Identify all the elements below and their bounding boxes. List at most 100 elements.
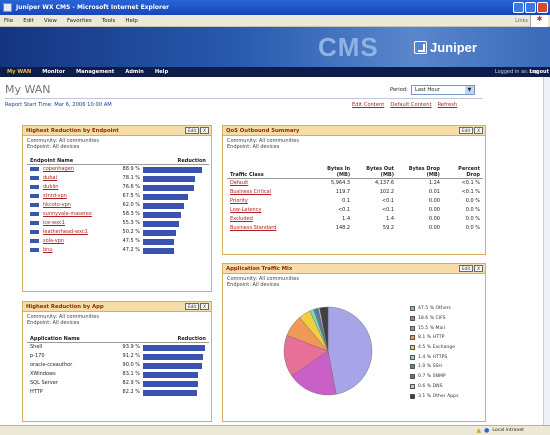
table-row: sola-vpn 47.5 % (27, 237, 209, 246)
traffic-class-link[interactable]: Business Standard (230, 225, 276, 231)
period-label: Period: (390, 87, 408, 93)
endpoint-icon (30, 238, 39, 243)
links-toolbar[interactable]: Links (515, 18, 528, 24)
endpoint-link[interactable]: leatherhead-wxc1 (43, 229, 88, 235)
reduction-value: 76.6 % (122, 184, 140, 190)
menu-tools[interactable]: Tools (102, 18, 116, 24)
traffic-class-link[interactable]: Low-Latency (230, 207, 261, 213)
default-content-link[interactable]: Default Content (390, 102, 431, 108)
table-row: p-170 91.2 % (27, 352, 209, 361)
endpoint-link[interactable]: dubai (43, 175, 57, 181)
column-header: Bytes In (MB) (313, 166, 354, 179)
reduction-bar (143, 247, 175, 254)
legend-label: 0.7 % SNMP (418, 374, 446, 380)
edit-button[interactable]: Edit (185, 127, 200, 134)
traffic-class-link[interactable]: Business Critical (230, 189, 271, 195)
row-name-cell: stnrd-vpn (27, 192, 113, 201)
nav-my-wan[interactable]: My WAN (7, 69, 31, 75)
legend-label: 1.4 % HTTPS (418, 354, 448, 360)
legend-item: 0.6 % DNS (410, 382, 458, 392)
legend-swatch (410, 354, 415, 360)
traffic-class-link: Low-Latency (227, 206, 313, 215)
reduction-bar-cell (143, 165, 209, 175)
nav-monitor[interactable]: Monitor (42, 69, 65, 75)
table-row: Low-Latency <0.1 <0.1 0.00 0.0 % (227, 206, 483, 215)
close-window-button[interactable] (537, 2, 548, 13)
endpoint-filter: Endpoint: All devices (27, 144, 80, 150)
column-header: Bytes Drop (MB) (397, 166, 443, 179)
qos-cell: 0.00 (428, 198, 440, 204)
reduction-value: 50.2 % (122, 229, 140, 235)
traffic-class-link[interactable]: Default (230, 180, 248, 186)
traffic-class-link[interactable]: Priority (230, 198, 248, 204)
row-name-cell: p-170 (27, 352, 109, 361)
reduction-bar (143, 211, 182, 218)
endpoint-icon (30, 193, 39, 198)
endpoint-link[interactable]: sola-vpn (43, 238, 64, 244)
app-name: Shell (30, 344, 43, 350)
menu-edit[interactable]: Edit (23, 18, 34, 24)
traffic-class-link: Business Standard (227, 224, 313, 233)
table-row: SQL Server 82.9 % (27, 379, 209, 388)
edit-button[interactable]: Edit (459, 127, 474, 134)
close-icon[interactable]: X (474, 265, 483, 272)
table-row: ice-wxc1 55.3 % (27, 219, 209, 228)
qos-cell: <0.1 (381, 207, 395, 213)
minimize-button[interactable] (513, 2, 524, 13)
reduction-bar (143, 193, 188, 200)
reduction-value: 67.5 % (122, 193, 140, 199)
reduction-bar-cell (143, 228, 209, 237)
endpoint-icon (30, 211, 39, 216)
endpoint-link[interactable]: hkcoto-vpn (43, 202, 71, 208)
legend-label: 0.6 % DNS (418, 383, 443, 389)
menu-file[interactable]: File (4, 18, 13, 24)
maximize-button[interactable] (525, 2, 536, 13)
column-header: Bytes Out (MB) (353, 166, 398, 179)
close-icon[interactable]: X (200, 127, 209, 134)
endpoint-reduction-panel: Highest Reduction by Endpoint Edit X Comm… (22, 125, 212, 292)
close-icon[interactable]: X (474, 127, 483, 134)
edit-button[interactable]: Edit (185, 303, 200, 310)
endpoint-link[interactable]: stnrd-vpn (43, 193, 67, 199)
menu-view[interactable]: View (44, 18, 57, 24)
endpoint-icon (30, 166, 39, 171)
table-row: Business Critical 119.7 102.2 0.01 <0.1 % (227, 188, 483, 197)
nav-management[interactable]: Management (76, 69, 114, 75)
legend-swatch (410, 335, 415, 341)
panel-header: Highest Reduction by App Edit X (23, 302, 211, 312)
nav-help[interactable]: Help (155, 69, 168, 75)
menu-help[interactable]: Help (125, 18, 138, 24)
close-icon[interactable]: X (200, 303, 209, 310)
endpoint-link[interactable]: dublin (43, 184, 58, 190)
traffic-class-link[interactable]: Excluded (230, 216, 253, 222)
endpoint-icon (30, 229, 39, 234)
legend-item: 1.0 % SSH (410, 362, 458, 372)
menu-bar: File Edit View Favorites Tools Help (0, 15, 550, 27)
chevron-down-icon[interactable]: ▼ (464, 86, 474, 94)
reduction-bar (143, 344, 205, 351)
reduction-value: 55.3 % (122, 220, 140, 226)
endpoint-link[interactable]: bnu (43, 247, 53, 253)
edit-content-link[interactable]: Edit Content (352, 102, 384, 108)
page-actions: Edit Content Default Content Refresh (352, 102, 457, 108)
nav-admin[interactable]: Admin (125, 69, 144, 75)
column-header: Traffic Class (227, 166, 313, 179)
qos-cell: 1.4 (342, 216, 351, 222)
endpoint-link[interactable]: copenhagen (43, 166, 74, 172)
edit-button[interactable]: Edit (459, 265, 474, 272)
vertical-scrollbar[interactable] (543, 77, 550, 425)
reduction-value: 83.1 % (122, 371, 140, 377)
logout-link[interactable]: Logout (529, 69, 549, 75)
period-select[interactable]: Last Hour ▼ (410, 85, 475, 95)
refresh-link[interactable]: Refresh (438, 102, 458, 108)
qos-cell: <0.1 (381, 198, 395, 204)
legend-label: 18.6 % CIFS (418, 316, 446, 322)
endpoint-link[interactable]: sunnyvale-maserex (43, 211, 92, 217)
row-name-cell: dubai (27, 174, 113, 183)
qos-cell: <0.1 % (461, 180, 480, 186)
reduction-bar-cell (143, 201, 209, 210)
endpoint-link[interactable]: ice-wxc1 (43, 220, 65, 226)
legend-label: 3.1 % Other Apps (418, 393, 459, 399)
column-header: Percent Drop (442, 166, 483, 179)
menu-favorites[interactable]: Favorites (67, 18, 92, 24)
